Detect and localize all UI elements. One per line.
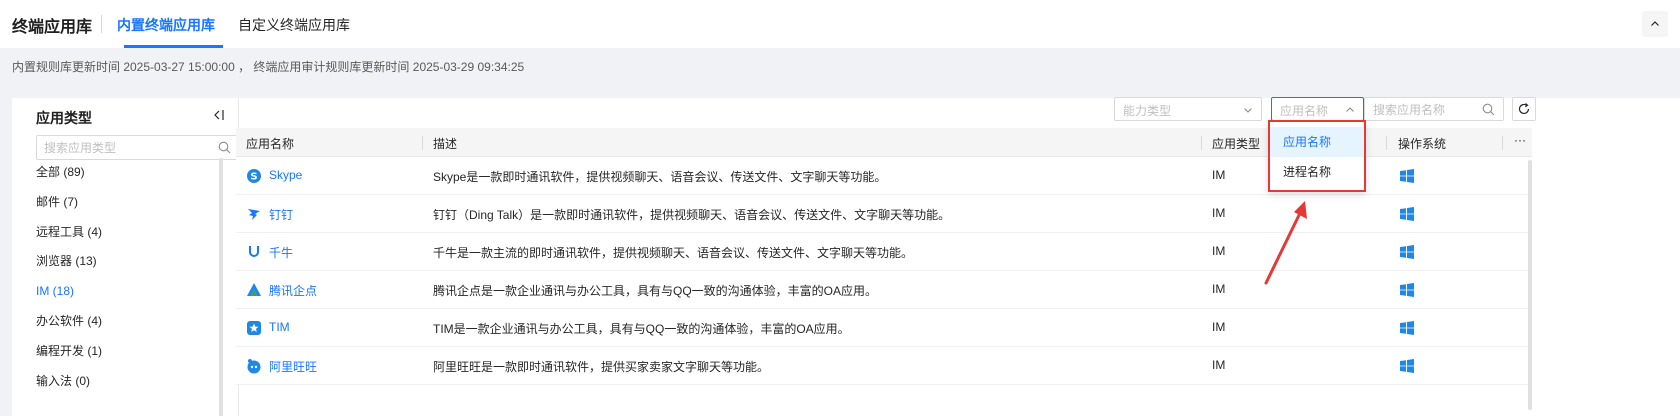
page-title: 终端应用库: [12, 19, 93, 36]
chevron-down-icon: [1244, 108, 1252, 113]
windows-icon: [1400, 207, 1414, 221]
dingtalk-icon: [248, 209, 260, 220]
app-search-box: [1364, 97, 1504, 121]
column-description: 描述: [433, 137, 458, 151]
category-search-box: [36, 135, 239, 160]
sidebar-scrollbar[interactable]: [219, 158, 223, 416]
category-sidebar: 应用类型 全部 (89) 邮件 (7) 远程工具 (4) 浏览器 (13) IM…: [12, 98, 239, 416]
annotation-arrow-icon: [1264, 201, 1307, 285]
sidebar-title: 应用类型: [36, 110, 92, 126]
table-row: 阿里旺旺 阿里旺旺是一款即时通讯软件，提供买家卖家文字聊天等功能。 IM: [236, 347, 1532, 385]
dropdown-option-app-name[interactable]: 应用名称: [1270, 127, 1364, 157]
tab-custom-library[interactable]: 自定义终端应用库: [238, 15, 350, 35]
app-description: Skype是一款即时通讯软件，提供视频聊天、语音会议、传送文件、文字聊天等功能。: [433, 170, 887, 184]
column-divider: [1386, 136, 1387, 150]
category-search-input[interactable]: [44, 140, 204, 156]
column-divider: [422, 136, 423, 150]
capability-type-placeholder: 能力类型: [1123, 104, 1172, 118]
app-type: IM: [1212, 282, 1226, 296]
app-name-link[interactable]: 腾讯企点: [269, 282, 317, 299]
app-description: 腾讯企点是一款企业通讯与办公工具，具有与QQ一致的沟通体验，丰富的OA应用。: [433, 284, 878, 298]
app-description: TIM是一款企业通讯与办公工具，具有与QQ一致的沟通体验，丰富的OA应用。: [433, 322, 850, 336]
column-os: 操作系统: [1398, 137, 1447, 151]
tab-builtin-library[interactable]: 内置终端应用库: [117, 15, 215, 35]
table-row: 腾讯企点 腾讯企点是一款企业通讯与办公工具，具有与QQ一致的沟通体验，丰富的OA…: [236, 271, 1532, 309]
category-item-im[interactable]: IM (18): [36, 281, 74, 301]
top-bar: 终端应用库 内置终端应用库 自定义终端应用库: [0, 0, 1680, 48]
skype-icon: S: [247, 169, 261, 183]
app-type: IM: [1212, 206, 1226, 220]
app-name-link[interactable]: 千牛: [269, 244, 293, 261]
app-name-link[interactable]: 钉钉: [269, 206, 293, 223]
app-description: 千牛是一款主流的即时通讯软件，提供视频聊天、语音会议、传送文件、文字聊天等功能。: [433, 246, 914, 260]
update-info: 内置规则库更新时间 2025-03-27 15:00:00 ， 终端应用审计规则…: [12, 60, 525, 74]
app-search-input[interactable]: [1373, 102, 1483, 118]
category-item-dev[interactable]: 编程开发 (1): [36, 341, 102, 361]
column-settings-button[interactable]: ···: [1514, 133, 1526, 147]
capability-type-select[interactable]: 能力类型: [1114, 97, 1262, 121]
column-divider: [1502, 136, 1503, 150]
qianniu-icon: [249, 246, 259, 257]
tim-icon: [247, 321, 261, 335]
title-divider: [101, 15, 102, 33]
table-row: 钉钉 钉钉（Ding Talk）是一款即时通讯软件，提供视频聊天、语音会议、传送…: [236, 195, 1532, 233]
search-field-dropdown: 应用名称 进程名称: [1268, 120, 1366, 192]
qidian-icon: [247, 283, 261, 296]
app-name-link[interactable]: Skype: [269, 168, 302, 182]
dropdown-option-process-name[interactable]: 进程名称: [1270, 157, 1364, 187]
app-description: 阿里旺旺是一款即时通讯软件，提供买家卖家文字聊天等功能。: [433, 360, 770, 374]
table-scrollbar[interactable]: [1528, 160, 1532, 410]
app-name-link[interactable]: 阿里旺旺: [269, 358, 317, 375]
table-row: TIM TIM是一款企业通讯与办公工具，具有与QQ一致的沟通体验，丰富的OA应用…: [236, 309, 1532, 347]
windows-icon: [1400, 359, 1414, 373]
refresh-icon: [1518, 103, 1530, 115]
windows-icon: [1400, 245, 1414, 259]
windows-icon: [1400, 169, 1414, 183]
wangwang-icon: [247, 359, 261, 374]
chevron-up-icon: [1346, 107, 1354, 112]
app-type: IM: [1212, 320, 1226, 334]
category-item-browser[interactable]: 浏览器 (13): [36, 251, 97, 271]
app-type: IM: [1212, 358, 1226, 372]
refresh-button[interactable]: [1512, 97, 1536, 121]
category-item-office[interactable]: 办公软件 (4): [36, 311, 102, 331]
column-app-name: 应用名称: [246, 137, 295, 151]
category-item-mail[interactable]: 邮件 (7): [36, 192, 78, 212]
collapse-sidebar-icon[interactable]: [211, 107, 227, 123]
search-icon[interactable]: [1482, 103, 1495, 116]
column-divider: [1201, 136, 1202, 150]
category-item-remote[interactable]: 远程工具 (4): [36, 222, 102, 242]
windows-icon: [1400, 321, 1414, 335]
column-app-type: 应用类型: [1212, 137, 1261, 151]
app-type: IM: [1212, 244, 1226, 258]
search-field-select[interactable]: 应用名称: [1271, 97, 1364, 121]
app-name-link[interactable]: TIM: [269, 320, 290, 334]
chevron-up-icon: [1651, 21, 1659, 26]
search-icon[interactable]: [218, 141, 231, 154]
active-tab-indicator: [124, 45, 223, 48]
collapse-header-button[interactable]: [1642, 11, 1668, 37]
app-type: IM: [1212, 168, 1226, 182]
windows-icon: [1400, 283, 1414, 297]
search-field-value: 应用名称: [1280, 104, 1329, 118]
app-description: 钉钉（Ding Talk）是一款即时通讯软件，提供视频聊天、语音会议、传送文件、…: [433, 208, 951, 222]
category-item-input-method[interactable]: 输入法 (0): [36, 371, 90, 391]
svg-text:S: S: [250, 172, 257, 183]
table-row: 千牛 千牛是一款主流的即时通讯软件，提供视频聊天、语音会议、传送文件、文字聊天等…: [236, 233, 1532, 271]
category-item-all[interactable]: 全部 (89): [36, 162, 85, 182]
